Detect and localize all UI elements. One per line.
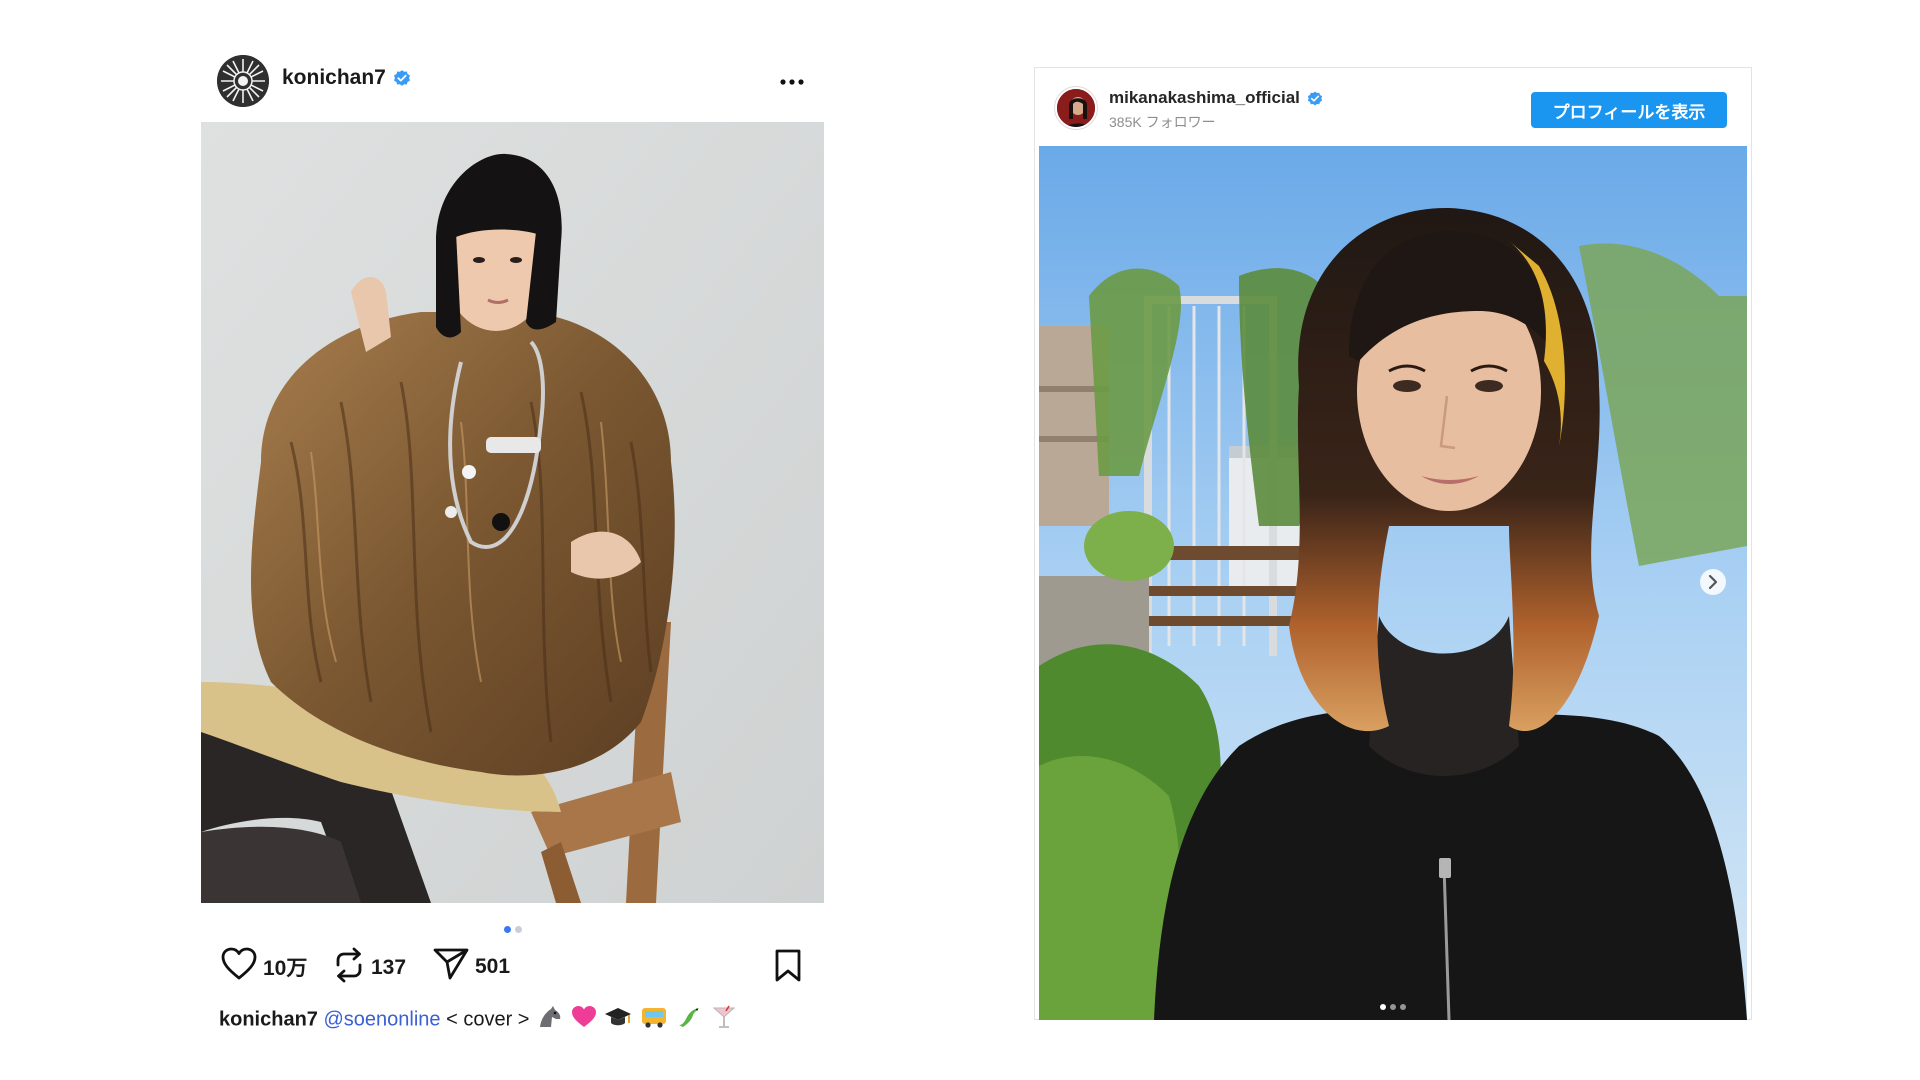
caption-username[interactable]: konichan7: [219, 1008, 318, 1030]
post-header: konichan7: [201, 52, 824, 122]
instagram-embed: mikanakashima_official 385K フォロワー プロフィール…: [1034, 67, 1752, 1020]
bookmark-icon[interactable]: [774, 949, 802, 988]
threads-post: konichan7 10万 137 501 konichan7 @soenonl…: [201, 52, 824, 1042]
like-button[interactable]: 10万: [221, 947, 307, 986]
carousel-dot[interactable]: [1380, 1004, 1386, 1010]
carousel-dot[interactable]: [514, 926, 522, 933]
next-arrow-icon[interactable]: [1699, 568, 1727, 596]
caption-text: < cover >: [446, 1008, 530, 1031]
verified-icon: [1307, 91, 1323, 112]
pink-heart-emoji-icon: [571, 1005, 597, 1035]
carousel-dot[interactable]: [503, 926, 511, 933]
more-icon[interactable]: [779, 67, 805, 87]
carousel-indicator: [201, 920, 824, 933]
view-profile-button[interactable]: プロフィールを表示: [1531, 92, 1727, 128]
lizard-emoji-icon: [675, 1005, 703, 1035]
action-bar: 10万 137 501: [219, 947, 819, 991]
post-caption: konichan7 @soenonline < cover >: [219, 1005, 819, 1035]
bus-emoji-icon: [640, 1005, 668, 1035]
heart-icon: [221, 947, 257, 986]
repost-icon: [333, 947, 365, 988]
share-button[interactable]: 501: [433, 947, 510, 986]
carousel-dot[interactable]: [1400, 1004, 1406, 1010]
send-icon: [433, 947, 469, 986]
share-count: 501: [475, 954, 511, 978]
avatar[interactable]: [217, 55, 269, 107]
avatar[interactable]: [1055, 87, 1097, 129]
cocktail-emoji-icon: [711, 1005, 737, 1035]
graduation-cap-emoji-icon: [604, 1005, 632, 1035]
username[interactable]: konichan7: [282, 66, 386, 90]
post-image[interactable]: [1039, 146, 1747, 1020]
carousel-indicator: [1034, 997, 1752, 1015]
like-count: 10万: [263, 956, 308, 980]
repost-button[interactable]: 137: [333, 947, 406, 988]
post-image[interactable]: [201, 122, 824, 903]
mention-link[interactable]: @soenonline: [323, 1008, 440, 1030]
username[interactable]: mikanakashima_official: [1109, 88, 1300, 108]
follower-count: 385K フォロワー: [1109, 114, 1216, 130]
carousel-dot[interactable]: [1390, 1004, 1396, 1010]
repost-count: 137: [371, 955, 407, 979]
horse-emoji-icon: [537, 1005, 563, 1035]
verified-icon: [393, 69, 411, 87]
embed-header: mikanakashima_official 385K フォロワー プロフィール…: [1035, 68, 1751, 146]
